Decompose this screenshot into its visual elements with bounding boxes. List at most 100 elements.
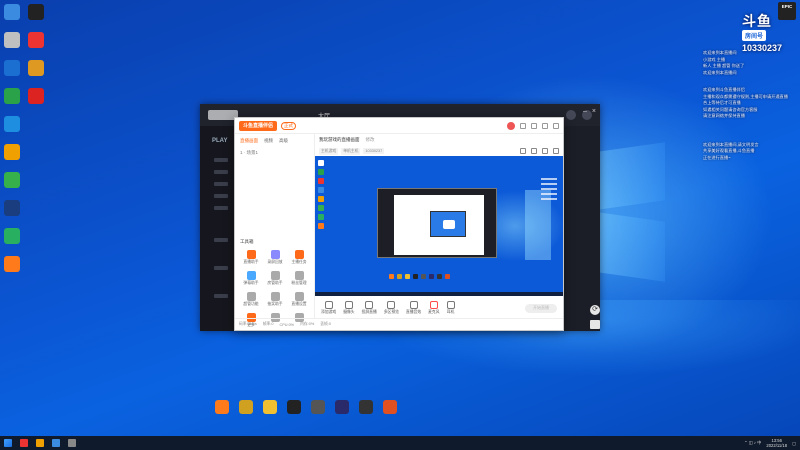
sidebar-item[interactable] <box>214 194 228 198</box>
dock-app-icon[interactable] <box>284 400 304 415</box>
tray-icons[interactable]: ⌃ ◫ ♪ 中 <box>744 440 761 446</box>
status-item: 内存:0% <box>300 322 315 326</box>
desktop-icon[interactable] <box>21 32 51 50</box>
dock-app-icon[interactable] <box>356 400 376 415</box>
stream-title[interactable]: 我玩游戏的直播画面 <box>319 137 360 143</box>
close-icon[interactable] <box>553 122 559 129</box>
bell-icon[interactable] <box>542 148 548 154</box>
chat-line: 如遇相关问题请咨询官方客服 <box>703 106 758 112</box>
stream-preview[interactable] <box>315 156 563 296</box>
app-icon <box>4 116 20 132</box>
toolbox-item[interactable]: 直播助手 <box>239 250 263 265</box>
tab-scene[interactable]: 直播画面 <box>240 138 258 144</box>
app-icon <box>287 400 301 414</box>
toolbox-item[interactable]: 抽奖助手 <box>263 292 287 307</box>
toolbar-button[interactable]: 直播音效 <box>406 301 421 315</box>
notification-icon[interactable]: ▢ <box>792 441 796 446</box>
tab-video[interactable]: 视频 <box>264 138 273 144</box>
desktop-icon[interactable] <box>0 172 27 190</box>
avatar[interactable] <box>507 121 515 130</box>
chat-line: 合上等待后才可直播 <box>703 100 741 105</box>
chat-line: 小游戏 主播 <box>703 56 726 62</box>
sidebar-item[interactable] <box>214 238 228 242</box>
toolbox-item[interactable]: 超管功能 <box>239 292 263 307</box>
app-icon <box>4 88 20 104</box>
start-button[interactable] <box>4 439 12 447</box>
status-item: 帧率:0 <box>262 322 274 326</box>
window-icon[interactable] <box>590 320 600 329</box>
dock-app-icon[interactable] <box>332 400 352 415</box>
refresh-icon[interactable]: ⟳ <box>590 305 600 315</box>
chat-line: 欢迎来到斗鱼直播伴侣 <box>703 87 745 92</box>
grid-icon[interactable] <box>531 148 537 154</box>
dock-app-icon[interactable] <box>308 400 328 415</box>
toolbox-item[interactable]: 弹幕助手 <box>239 271 263 286</box>
tab-advanced[interactable]: 高级 <box>279 138 288 144</box>
desktop-icon[interactable] <box>21 60 51 78</box>
play-label[interactable]: PLAY <box>212 138 227 144</box>
toolbox-item[interactable]: 录屏回放 <box>263 250 287 265</box>
toolbar-button[interactable]: 多区预览 <box>384 301 399 315</box>
desktop-icon[interactable] <box>0 228 27 246</box>
bottom-toolbar: 添加游戏 摄像头 投屏直播 多区预览 直播音效 麦克风 耳机 开始直播 <box>315 298 563 318</box>
toolbox-grid: 直播助手 录屏回放 主播任务 弹幕助手 房管助手 粉丝管理 超管功能 抽奖助手 直播设置 更多 <box>239 250 311 328</box>
menu-icon[interactable] <box>531 122 537 129</box>
status-item: 丢帧:0 <box>320 322 331 326</box>
toolbox-item[interactable]: 主播任务 <box>287 250 311 265</box>
desktop-icon[interactable] <box>0 200 27 218</box>
user-avatar[interactable] <box>566 110 576 120</box>
desktop-icon[interactable] <box>0 116 27 134</box>
version-pill[interactable]: 正式 <box>281 121 296 130</box>
toolbar-button[interactable]: 摄像头 <box>343 301 355 315</box>
desktop-icon[interactable] <box>21 88 51 106</box>
dock-app-icon[interactable] <box>380 400 400 415</box>
minimize-icon[interactable] <box>542 122 548 129</box>
preview-desktop-icons <box>318 160 326 232</box>
taskbar-app-icon[interactable] <box>36 439 44 447</box>
minimize-icon[interactable]: – <box>583 108 587 115</box>
taskbar-app-icon[interactable] <box>20 439 28 447</box>
dock-app-icon[interactable] <box>236 400 256 415</box>
desktop-icon[interactable] <box>21 4 51 22</box>
sidebar-item[interactable] <box>214 206 228 210</box>
tool-icon <box>294 271 304 280</box>
sidebar-item[interactable] <box>214 182 228 186</box>
game-client-right-panel <box>564 126 600 331</box>
sidebar-item[interactable] <box>214 266 228 270</box>
close-icon[interactable]: × <box>592 108 596 115</box>
chat-line <box>703 76 799 86</box>
toolbar-button[interactable]: 添加游戏 <box>321 301 336 315</box>
clock[interactable]: 13:56 2022/11/18 <box>766 438 787 448</box>
toolbar-button[interactable]: 耳机 <box>446 301 455 315</box>
toolbox-item[interactable]: 房管助手 <box>263 271 287 286</box>
status-item: CPU:0% <box>279 322 295 327</box>
toolbar-button[interactable]: 麦克风 <box>428 301 440 315</box>
share-icon[interactable] <box>520 148 526 154</box>
toolbox-item[interactable]: 粉丝管理 <box>287 271 311 286</box>
sidebar-item[interactable] <box>214 158 228 162</box>
desktop-icon[interactable] <box>0 144 27 162</box>
taskbar-app-icon[interactable] <box>68 439 76 447</box>
sidebar-item[interactable] <box>214 294 228 298</box>
chat-line: 欢迎来到本直播间 <box>703 69 737 75</box>
epic-games-icon[interactable]: EPIC <box>778 2 796 20</box>
scene-tabs: 直播画面 视频 高级 <box>235 134 314 148</box>
tool-icon <box>294 292 304 301</box>
expand-icon[interactable] <box>553 148 559 154</box>
toolbar-icon <box>344 301 353 309</box>
category-chip[interactable]: 主机游戏 <box>319 147 339 155</box>
scene-item[interactable]: 1 · 场景1 <box>235 148 314 158</box>
tool-icon <box>246 271 256 280</box>
toolbox-item[interactable]: 直播设置 <box>287 292 311 307</box>
taskbar-app-icon[interactable] <box>52 439 60 447</box>
dock-app-icon[interactable] <box>260 400 280 415</box>
toolbar-button[interactable]: 投屏直播 <box>362 301 377 315</box>
sidebar-item[interactable] <box>214 170 228 174</box>
desktop-icon[interactable] <box>0 256 27 274</box>
streamer-app-window[interactable]: 斗鱼直播伴侣 正式 直播画面 视频 高级 1 · 场景1 工具箱 直播助手 录屏回… <box>234 117 564 331</box>
category-chip[interactable]: 单机主机 <box>341 147 361 155</box>
start-stream-button[interactable]: 开始直播 <box>525 303 557 313</box>
settings-icon[interactable] <box>520 122 526 129</box>
dock-app-icon[interactable] <box>212 400 232 415</box>
edit-title-link[interactable]: 修改 <box>366 137 375 143</box>
